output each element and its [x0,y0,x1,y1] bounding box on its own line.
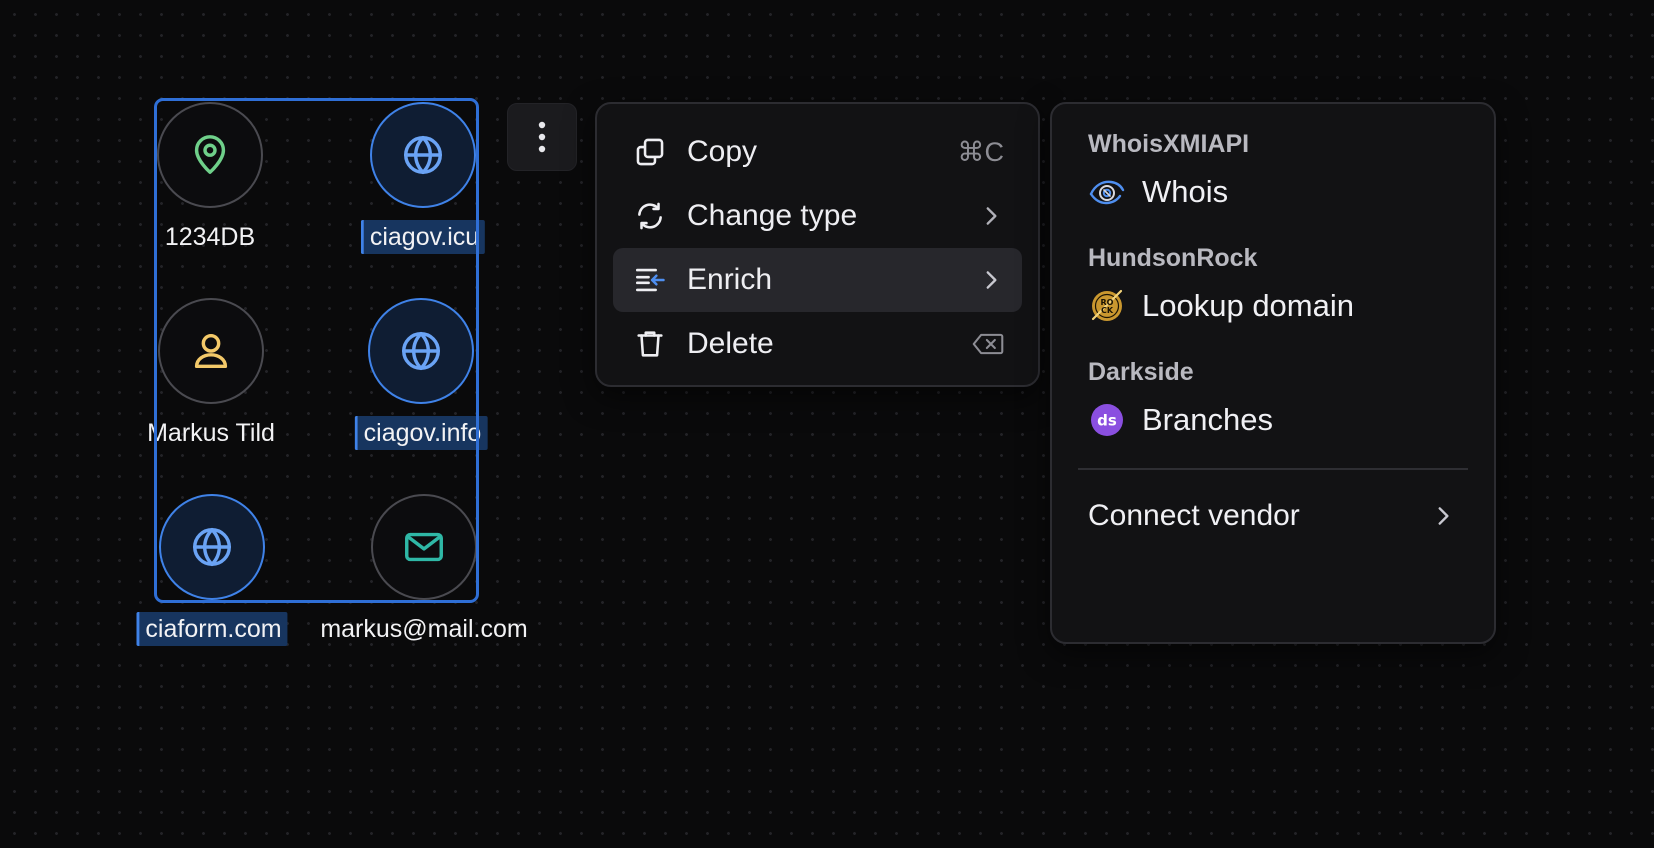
user-icon [194,333,228,369]
hudsonrock-logo-icon: RO CK [1088,287,1126,325]
vendor-heading-hundsonrock: HundsonRock [1088,243,1258,272]
menu-divider [1078,468,1468,470]
menu-item-delete[interactable]: Delete [613,312,1022,376]
node-label: ciaform.com [136,612,288,646]
chevron-right-icon [1438,507,1449,525]
chevron-right-icon [978,203,1004,229]
map-pin-icon [194,135,226,174]
node-circle[interactable] [370,102,476,208]
node-label: ciagov.icu [360,220,486,254]
graph-canvas[interactable]: 1234DB ciagov.icu Markus Tild ciagov.inf… [0,0,1654,848]
vendor-action-label: Lookup domain [1142,288,1354,323]
menu-item-label: Change type [687,199,858,232]
vendor-action-whois[interactable]: Whois [1078,162,1468,222]
more-options-button[interactable] [507,103,577,171]
node-circle[interactable] [158,298,264,404]
node-ciaform-com[interactable]: ciaform.com [136,494,288,646]
node-markus-mail[interactable]: markus@mail.com [320,494,528,643]
shortcut-hint: ⌘C [957,136,1005,167]
globe-icon [402,332,440,370]
menu-item-copy[interactable]: Copy ⌘C [613,120,1022,184]
vendor-heading-darkside: Darkside [1088,357,1194,386]
menu-item-label: Copy [687,135,758,168]
context-menu: Copy ⌘C Change type Enrich Delete [595,102,1040,387]
vendor-action-branches[interactable]: ds Branches [1078,390,1468,450]
vendor-action-label: Branches [1142,402,1273,437]
svg-text:CK: CK [1101,306,1114,315]
node-ciagov-icu[interactable]: ciagov.icu [360,102,486,254]
more-vertical-icon [538,121,546,153]
node-circle[interactable] [368,298,474,404]
mail-icon [405,532,443,562]
copy-icon [631,133,669,171]
node-label: markus@mail.com [320,615,528,643]
node-circle[interactable] [371,494,477,600]
globe-icon [404,136,442,174]
node-1234db[interactable]: 1234DB [157,102,263,251]
node-ciagov-info[interactable]: ciagov.info [354,298,488,450]
enrich-submenu: WhoisXMIAPI Whois HundsonRock RO CK Look… [1050,102,1496,644]
node-label: ciagov.info [354,416,488,450]
backspace-key-hint [972,332,1004,356]
enrich-icon [631,261,669,299]
node-markus-tild[interactable]: Markus Tild [147,298,275,447]
menu-item-enrich[interactable]: Enrich [613,248,1022,312]
node-label: Markus Tild [147,419,275,447]
trash-icon [631,325,669,363]
menu-item-label: Enrich [687,263,773,296]
chevron-right-icon [978,267,1004,293]
vendor-action-lookup-domain[interactable]: RO CK Lookup domain [1078,276,1468,336]
darkside-logo-icon: ds [1088,401,1126,439]
node-label: 1234DB [164,223,256,251]
connect-vendor-item[interactable]: Connect vendor [1078,478,1468,554]
node-circle[interactable] [157,102,263,208]
refresh-icon [631,197,669,235]
menu-item-change-type[interactable]: Change type [613,184,1022,248]
vendor-heading-whoisxmiapi: WhoisXMIAPI [1088,129,1250,158]
globe-icon [193,528,231,566]
whois-logo-icon [1088,173,1126,211]
svg-text:ds: ds [1097,412,1117,430]
menu-item-label: Delete [687,327,774,360]
connect-vendor-label: Connect vendor [1088,499,1300,532]
node-circle[interactable] [159,494,265,600]
vendor-action-label: Whois [1142,174,1229,209]
